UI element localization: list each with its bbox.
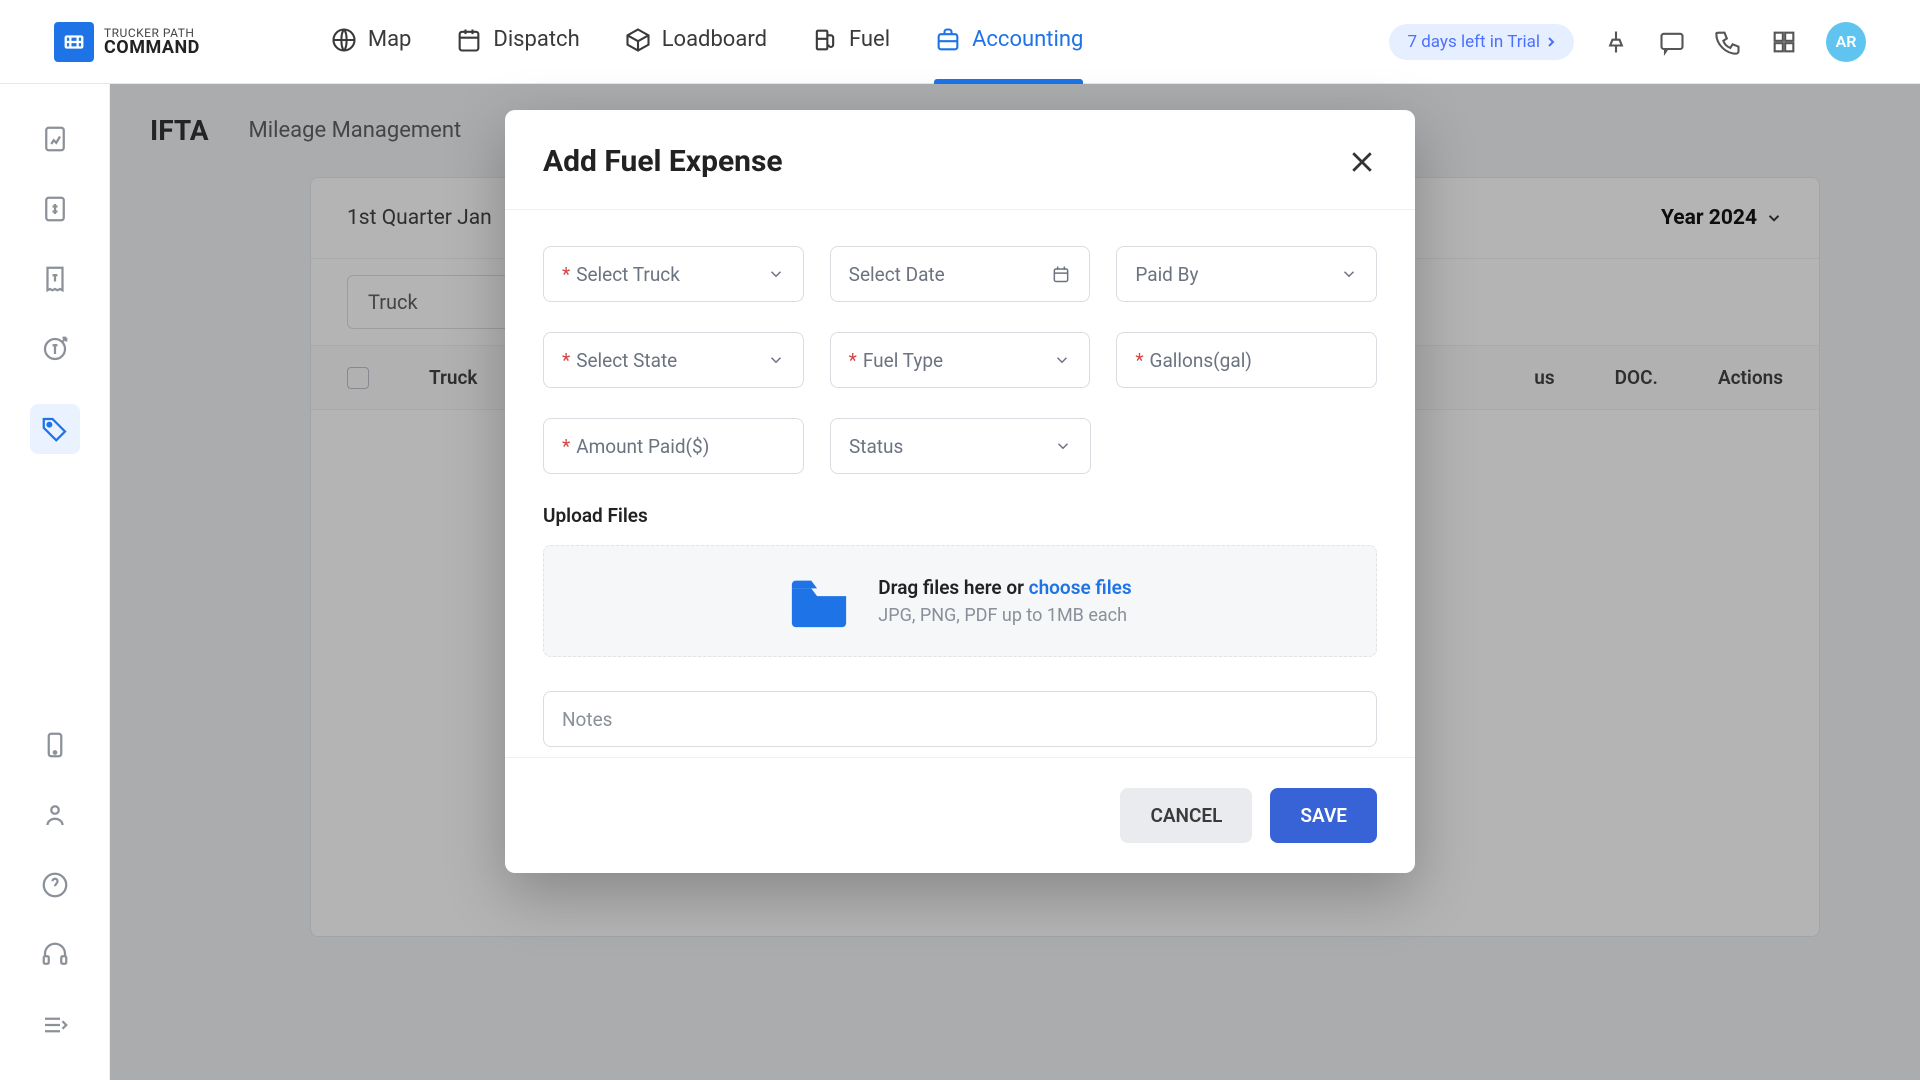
nav-accounting-label: Accounting [972,27,1083,52]
paid-by-field[interactable]: Paid By [1116,246,1377,302]
chevron-down-icon [767,351,785,369]
calendar-icon [1051,264,1071,284]
headset-icon[interactable] [40,940,70,970]
add-fuel-expense-modal: Add Fuel Expense *Select Truck Select Da… [505,110,1415,873]
report-icon[interactable] [40,124,70,154]
chevron-down-icon [1053,351,1071,369]
fuel-pump-icon [811,26,839,54]
select-state-field[interactable]: *Select State [543,332,804,388]
topnav-right: 7 days left in Trial AR [1389,22,1866,62]
modal-title: Add Fuel Expense [543,144,783,179]
select-date-field[interactable]: Select Date [830,246,1091,302]
chat-icon[interactable] [1658,28,1686,56]
chevron-down-icon [1054,437,1072,455]
chevron-down-icon [767,265,785,283]
box-icon [624,26,652,54]
driver-icon[interactable] [40,800,70,830]
expand-icon[interactable] [40,1010,70,1040]
trial-text: 7 days left in Trial [1407,32,1540,52]
briefcase-icon [934,26,962,54]
select-date-label: Select Date [849,263,945,286]
select-state-label: Select State [576,349,677,372]
notes-placeholder: Notes [562,708,613,731]
nav-loadboard[interactable]: Loadboard [624,26,767,58]
help-icon[interactable] [40,870,70,900]
logo-mark-icon [54,22,94,62]
status-field[interactable]: Status [830,418,1091,474]
caret-right-icon [1546,37,1556,47]
drag-text: Drag files here or [878,576,1028,599]
modal-body: *Select Truck Select Date Paid By *Selec… [505,210,1415,757]
close-icon[interactable] [1347,147,1377,177]
nav-map[interactable]: Map [330,26,412,58]
chevron-down-icon [1340,265,1358,283]
avatar[interactable]: AR [1826,22,1866,62]
fuel-type-label: Fuel Type [863,349,943,372]
nav-dispatch[interactable]: Dispatch [455,26,579,58]
file-hint: JPG, PNG, PDF up to 1MB each [878,605,1131,626]
modal-header: Add Fuel Expense [505,110,1415,210]
status-label: Status [849,435,903,458]
cancel-button[interactable]: CANCEL [1120,788,1252,843]
tag-icon[interactable] [30,404,80,454]
select-truck-label: Select Truck [576,263,680,286]
notes-field[interactable]: Notes [543,691,1377,747]
logo[interactable]: TRUCKER PATH COMMAND [54,22,200,62]
upload-label: Upload Files [543,504,1377,527]
upload-dropzone[interactable]: Drag files here or choose files JPG, PNG… [543,545,1377,657]
nav-dispatch-label: Dispatch [493,27,579,52]
fuel-type-field[interactable]: *Fuel Type [830,332,1091,388]
receipt-icon[interactable] [40,264,70,294]
save-button[interactable]: SAVE [1270,788,1377,843]
folder-icon [788,574,850,628]
globe-icon [330,26,358,54]
trial-pill[interactable]: 7 days left in Trial [1389,24,1574,60]
logo-text: TRUCKER PATH COMMAND [104,27,200,57]
grid-icon[interactable] [1770,28,1798,56]
gallons-field[interactable]: *Gallons(gal) [1116,332,1377,388]
nav-loadboard-label: Loadboard [662,27,767,52]
gallons-label: Gallons(gal) [1150,349,1252,372]
choose-files-link[interactable]: choose files [1029,576,1132,599]
mobile-icon[interactable] [40,730,70,760]
nav-map-label: Map [368,27,412,52]
top-nav: TRUCKER PATH COMMAND Map Dispatch Loadbo… [0,0,1920,84]
modal-footer: CANCEL SAVE [505,757,1415,873]
nav-items: Map Dispatch Loadboard Fuel Accounting [330,26,1083,58]
phone-icon[interactable] [1714,28,1742,56]
amount-paid-label: Amount Paid($) [576,435,709,458]
avatar-initials: AR [1836,32,1857,51]
payout-icon[interactable] [40,334,70,364]
sidebar [0,84,110,1080]
nav-accounting[interactable]: Accounting [934,26,1083,58]
invoice-icon[interactable] [40,194,70,224]
sidebar-bottom [40,730,70,1080]
nav-fuel[interactable]: Fuel [811,26,890,58]
paid-by-label: Paid By [1135,263,1198,286]
dropzone-text: Drag files here or choose files JPG, PNG… [878,576,1131,626]
pin-icon[interactable] [1602,28,1630,56]
amount-paid-field[interactable]: *Amount Paid($) [543,418,804,474]
calendar-icon [455,26,483,54]
brand-line2: COMMAND [104,39,200,57]
select-truck-field[interactable]: *Select Truck [543,246,804,302]
nav-fuel-label: Fuel [849,27,890,52]
